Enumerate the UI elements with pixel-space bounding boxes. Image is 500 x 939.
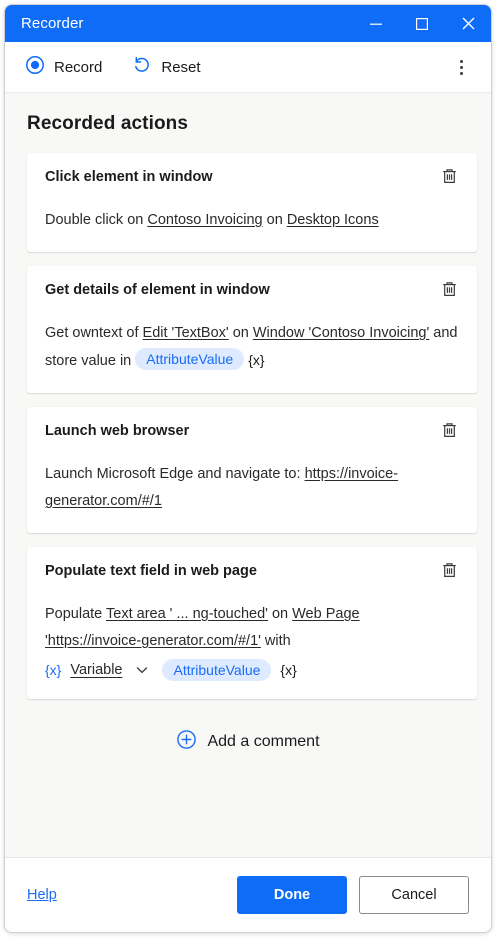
action-text: with — [260, 633, 291, 649]
record-circle-icon — [25, 55, 45, 80]
minimize-button[interactable] — [353, 5, 399, 42]
footer-bar: Help Done Cancel — [5, 857, 491, 932]
reset-label: Reset — [161, 58, 201, 76]
close-icon — [462, 17, 474, 30]
more-vertical-icon-dot — [459, 71, 463, 75]
trash-icon — [440, 167, 459, 191]
action-card: Populate text field in web page Populate … — [27, 547, 477, 699]
action-card-description: Get owntext of Edit 'TextBox' on Window … — [45, 320, 459, 375]
close-button[interactable] — [445, 5, 491, 42]
variable-selector-row: {x} Variable AttributeValue {x} — [45, 659, 459, 681]
maximize-button[interactable] — [399, 5, 445, 42]
action-card-title: Launch web browser — [45, 423, 190, 439]
title-bar: Recorder — [5, 5, 491, 42]
trash-icon — [440, 421, 459, 445]
action-text: on — [267, 606, 293, 622]
action-card-header: Launch web browser — [45, 423, 459, 445]
action-card-title: Click element in window — [45, 169, 213, 185]
add-comment-button[interactable]: Add a comment — [5, 713, 491, 777]
action-text: on — [262, 212, 287, 228]
action-card-list: Click element in window Double click on C… — [5, 135, 491, 699]
action-card: Get details of element in window Get ownt… — [27, 266, 477, 393]
add-comment-label: Add a comment — [207, 733, 320, 750]
more-options-button[interactable] — [447, 53, 475, 81]
plus-circle-icon — [176, 729, 197, 755]
trash-icon — [440, 280, 459, 304]
variable-token-icon: {x} — [248, 352, 265, 368]
help-link[interactable]: Help — [27, 887, 57, 903]
delete-action-button[interactable] — [437, 421, 461, 445]
maximize-icon — [416, 17, 429, 30]
action-target-link[interactable]: Contoso Invoicing — [147, 212, 262, 228]
action-card-title: Populate text field in web page — [45, 563, 257, 579]
page-title: Recorded actions — [27, 113, 189, 134]
action-text: on — [228, 325, 253, 341]
action-card: Click element in window Double click on C… — [27, 153, 477, 252]
action-card-title: Get details of element in window — [45, 282, 270, 298]
action-card-description: Launch Microsoft Edge and navigate to: h… — [45, 461, 459, 515]
action-card-description: Populate Text area ' ... ng-touched' on … — [45, 601, 459, 655]
reset-button[interactable]: Reset — [128, 52, 204, 83]
action-card-header: Populate text field in web page — [45, 563, 459, 585]
action-text: Get owntext of — [45, 325, 143, 341]
action-target-link[interactable]: Text area ' ... ng-touched' — [106, 606, 268, 622]
action-target-link[interactable]: Edit 'TextBox' — [143, 325, 229, 341]
variable-pill[interactable]: AttributeValue — [135, 348, 245, 370]
delete-action-button[interactable] — [437, 167, 461, 191]
action-text: Double click on — [45, 212, 148, 228]
action-target-link[interactable]: Desktop Icons — [287, 212, 379, 228]
action-card: Launch web browser Launch Microsoft Edge … — [27, 407, 477, 533]
variable-token-icon: {x} — [45, 662, 62, 678]
delete-action-button[interactable] — [437, 561, 461, 585]
toolbar: Record Reset — [5, 42, 491, 93]
reset-undo-arrow-icon — [132, 55, 152, 80]
action-text: Launch Microsoft Edge and navigate to: — [45, 466, 305, 482]
window-title: Recorder — [21, 15, 84, 32]
action-card-header: Get details of element in window — [45, 282, 459, 304]
action-text: Populate — [45, 606, 107, 622]
record-label: Record — [54, 58, 103, 76]
recorder-window: Recorder Record Reset Recorded actions C… — [4, 4, 492, 933]
action-target-link[interactable]: Window 'Contoso Invoicing' — [253, 325, 429, 341]
record-button[interactable]: Record — [21, 52, 106, 83]
cancel-button[interactable]: Cancel — [359, 876, 469, 914]
variable-type-dropdown-label[interactable]: Variable — [70, 662, 122, 678]
delete-action-button[interactable] — [437, 280, 461, 304]
trash-icon — [440, 561, 459, 585]
done-button[interactable]: Done — [237, 876, 347, 914]
more-vertical-icon-dot — [459, 65, 463, 69]
action-card-description: Double click on Contoso Invoicing on Des… — [45, 207, 459, 234]
recorded-actions-panel: Recorded actions Click element in window… — [5, 93, 491, 857]
chevron-down-icon[interactable] — [134, 662, 150, 678]
variable-pill[interactable]: AttributeValue — [162, 659, 272, 681]
minimize-icon — [370, 23, 382, 25]
action-card-header: Click element in window — [45, 169, 459, 191]
more-vertical-icon-dot — [459, 59, 463, 63]
variable-token-icon: {x} — [280, 662, 297, 678]
